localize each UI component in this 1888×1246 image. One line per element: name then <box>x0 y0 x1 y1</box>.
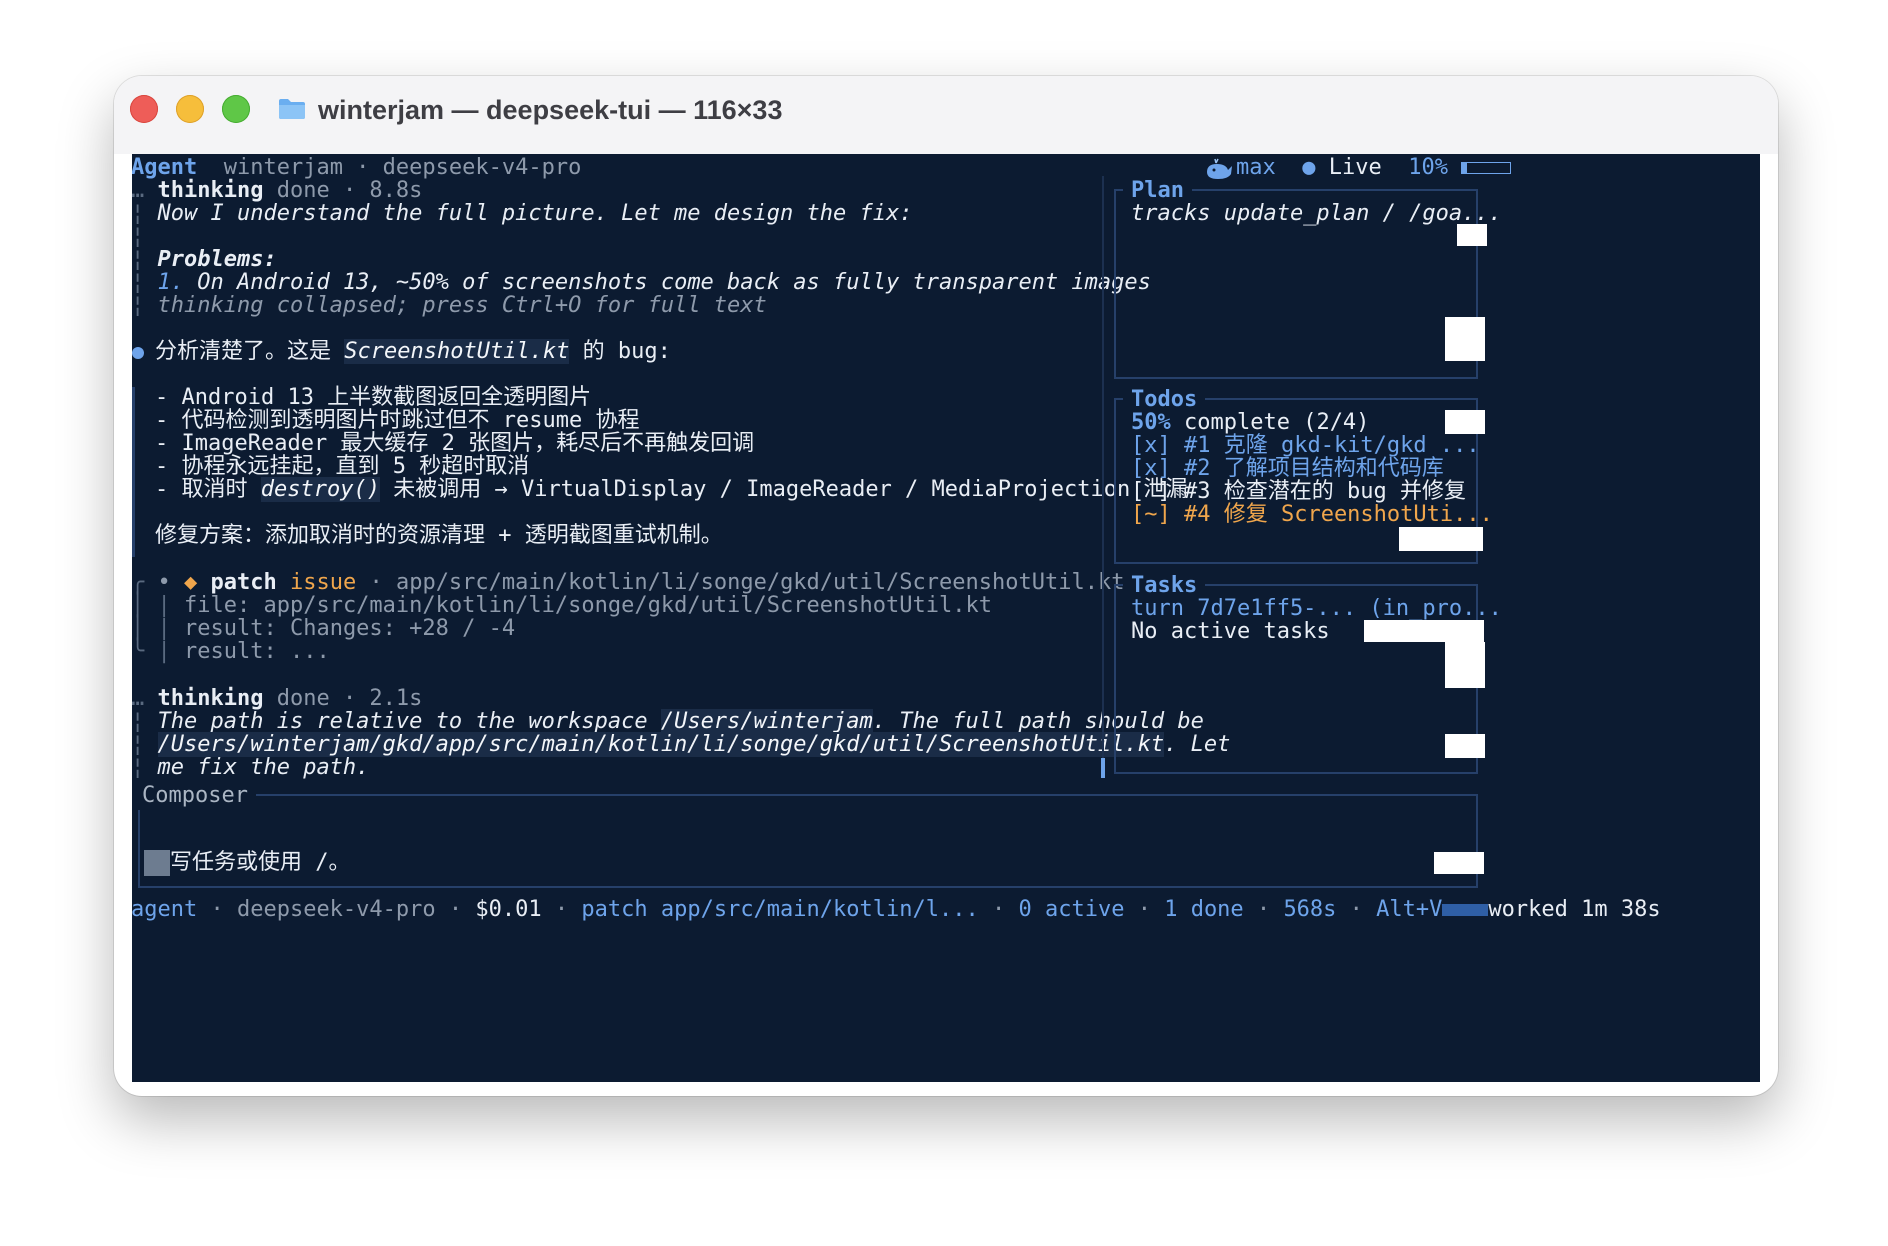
effort-label: max <box>1236 155 1276 180</box>
status-elapsed: 568s <box>1283 897 1337 922</box>
tasks-empty: No active tasks <box>1131 619 1330 644</box>
terminal-area[interactable]: Agent winterjam · deepseek-v4-pro max ● … <box>132 154 1760 1082</box>
render-artifact <box>1434 852 1484 874</box>
window-title: winterjam — deepseek-tui — 116×33 <box>318 95 783 125</box>
render-artifact <box>1364 620 1484 642</box>
usage-percent: 10% <box>1408 155 1448 180</box>
render-artifact <box>1445 317 1485 361</box>
status-worked: worked 1m 38s <box>1488 897 1661 922</box>
message-bullet-icon <box>132 347 144 359</box>
close-button[interactable] <box>130 95 158 123</box>
message-rail <box>132 387 135 557</box>
composer-input[interactable]: 写任务或使用 /。 <box>144 849 351 877</box>
thinking-collapsed-note: ¦ thinking collapsed; press Ctrl+O for f… <box>132 293 767 318</box>
text-cursor <box>144 850 170 876</box>
plan-text: tracks update_plan / /goa... <box>1131 201 1502 226</box>
render-artifact <box>1457 224 1487 246</box>
fix-plan: 修复方案：添加取消时的资源清理 + 透明截图重试机制。 <box>155 523 723 548</box>
patch-detail: ╰ | result: ... <box>132 639 330 664</box>
transcript-scrollbar-thumb[interactable] <box>1101 758 1105 778</box>
status-done: 1 done <box>1164 897 1244 922</box>
status-progress-icon <box>1442 904 1489 916</box>
thinking-line: ¦ Now I understand the full picture. Let… <box>132 201 913 226</box>
composer-placeholder: 写任务或使用 /。 <box>170 850 351 875</box>
composer-title: Composer <box>138 782 256 810</box>
live-label: Live <box>1328 155 1382 180</box>
live-dot-icon: ● <box>1302 155 1316 180</box>
inline-code: destroy() <box>260 477 380 502</box>
status-active: 0 active <box>1018 897 1125 922</box>
render-artifact <box>1445 734 1485 758</box>
title-bar: winterjam — deepseek-tui — 116×33 <box>114 76 1778 154</box>
terminal-window: winterjam — deepseek-tui — 116×33 Agent … <box>114 76 1778 1096</box>
status-bar: agent · deepseek-v4-pro · $0.01 · patch … <box>132 897 1661 922</box>
status-cost: $0.01 <box>475 897 542 922</box>
list-item: - 取消时 destroy() 未被调用 → VirtualDisplay / … <box>155 477 1188 502</box>
zoom-button[interactable] <box>222 95 250 123</box>
header-right: max ● Live 10% <box>1236 154 1512 182</box>
status-patch: patch app/src/main/kotlin/l... <box>581 897 979 922</box>
minimize-button[interactable] <box>176 95 204 123</box>
usage-bar <box>1461 162 1512 174</box>
thinking-line: ¦ me fix the path. <box>132 755 370 780</box>
status-shortcut: Alt+V <box>1376 897 1443 922</box>
whale-icon <box>1207 158 1232 179</box>
todo-item-active[interactable]: [~] #4 修复 ScreenshotUti... <box>1131 501 1493 529</box>
transcript-scrollbar[interactable] <box>1102 176 1104 778</box>
folder-icon <box>279 99 305 119</box>
usage-bar-fill <box>1462 163 1468 173</box>
render-artifact <box>1445 642 1485 688</box>
status-mode: agent <box>132 897 198 922</box>
render-artifact <box>1445 410 1485 434</box>
inline-code: ScreenshotUtil.kt <box>344 339 570 364</box>
message-intro: 分析清楚了。这是 ScreenshotUtil.kt 的 bug: <box>155 339 671 364</box>
render-artifact <box>1399 527 1483 551</box>
